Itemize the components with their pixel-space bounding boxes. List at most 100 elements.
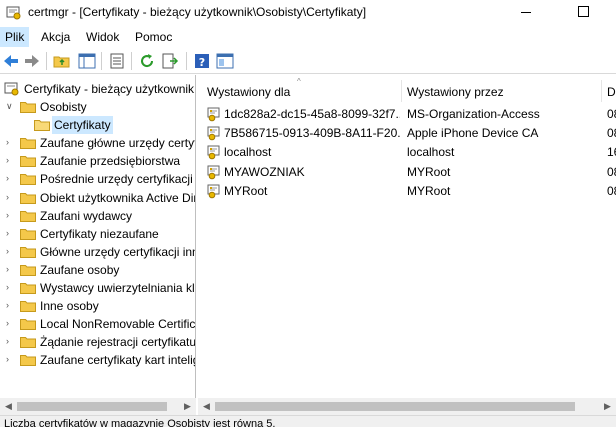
console-tree[interactable]: Certyfikaty - bieżący użytkownik ∨ Osobis… — [0, 75, 196, 415]
title-bar: certmgr - [Certyfikaty - bieżący użytkow… — [0, 0, 616, 26]
tree-item-label: Certyfikaty — [52, 116, 113, 135]
folder-icon — [20, 264, 36, 276]
export-list-icon[interactable] — [161, 52, 179, 70]
tree-item-label: Zaufane certyfikaty kart inteligentnych — [40, 353, 195, 368]
folder-icon — [20, 246, 36, 258]
folder-icon — [20, 301, 36, 313]
certificate-list[interactable]: ^ Wystawiony dla Wystawiony przez D 1dc8… — [198, 75, 616, 415]
expand-chevron-icon[interactable]: › — [6, 156, 15, 165]
status-bar: Liczba certyfikatów w magazynie Osobisty… — [0, 415, 616, 427]
folder-icon — [20, 192, 36, 204]
scroll-thumb[interactable] — [215, 402, 575, 411]
folder-icon — [20, 210, 36, 222]
scroll-left-icon[interactable]: ◀ — [198, 398, 215, 415]
expand-chevron-icon[interactable]: › — [6, 210, 15, 220]
scroll-left-icon[interactable]: ◀ — [0, 398, 17, 415]
tree-item[interactable]: › Local NonRemovable Certificates — [0, 315, 195, 333]
scroll-right-icon[interactable]: ▶ — [599, 398, 616, 415]
tree-item[interactable]: › Pośrednie urzędy certyfikacji — [0, 170, 195, 188]
column-header-expiration[interactable]: D — [607, 83, 616, 105]
toolbar-separator — [46, 52, 47, 70]
tree-item[interactable]: › Główne urzędy certyfikacji innych firm — [0, 243, 195, 261]
cell-expiration-date: 08 — [607, 164, 616, 179]
cell-issued-by: localhost — [407, 145, 455, 160]
cell-issued-to: 7B586715-0913-409B-8A11-F20... — [224, 126, 400, 141]
collapse-chevron-icon[interactable]: ∨ — [6, 102, 15, 111]
scroll-right-icon[interactable]: ▶ — [179, 398, 196, 415]
expand-chevron-icon[interactable]: › — [6, 301, 15, 310]
tree-item-label: Wystawcy uwierzytelniania klienta — [40, 281, 195, 295]
column-header-issued-to[interactable]: Wystawiony dla — [207, 83, 290, 105]
tree-item[interactable]: › Certyfikaty niezaufane — [0, 225, 195, 243]
folder-icon — [20, 174, 36, 186]
tree-root[interactable]: Certyfikaty - bieżący użytkownik — [0, 80, 195, 98]
expand-chevron-icon[interactable]: › — [6, 264, 15, 274]
cell-issued-to: 1dc828a2-dc15-45a8-8099-32f7... — [224, 107, 400, 121]
refresh-icon[interactable] — [138, 52, 156, 70]
expand-chevron-icon[interactable]: › — [6, 355, 15, 364]
help-icon[interactable]: ? — [193, 52, 211, 70]
tree-item[interactable]: › Zaufani wydawcy — [0, 207, 195, 225]
expand-chevron-icon[interactable]: › — [6, 138, 15, 147]
toolbar-separator — [186, 52, 187, 70]
column-divider[interactable] — [601, 80, 602, 102]
column-divider[interactable] — [401, 80, 402, 102]
table-row[interactable]: MYAWOZNIAK MYRoot 08 — [198, 163, 616, 182]
table-row[interactable]: MYRoot MYRoot 08 — [198, 182, 616, 201]
certmgr-app-icon — [6, 6, 21, 20]
console-tree-icon[interactable] — [216, 52, 234, 70]
maximize-button[interactable] — [578, 6, 589, 17]
menu-akcja[interactable]: Akcja — [36, 27, 75, 47]
minimize-button[interactable] — [521, 12, 531, 13]
back-arrow-icon[interactable] — [2, 52, 20, 70]
certificate-icon — [207, 126, 220, 141]
cell-issued-by: MYRoot — [407, 164, 451, 179]
tree-item-selected[interactable]: Certyfikaty — [0, 116, 195, 135]
window-title: certmgr - [Certyfikaty - bieżący użytkow… — [28, 5, 367, 19]
expand-chevron-icon[interactable]: › — [6, 337, 15, 346]
cell-issued-by: Apple iPhone Device CA — [407, 126, 539, 141]
column-header-issued-by[interactable]: Wystawiony przez — [407, 83, 504, 105]
table-row[interactable]: localhost localhost 16 — [198, 143, 616, 162]
tree-item[interactable]: › Inne osoby — [0, 297, 195, 315]
tree-item-label: Obiekt użytkownika Active Directory — [40, 190, 195, 205]
expand-chevron-icon[interactable]: › — [6, 283, 15, 292]
tree-item[interactable]: ∨ Osobisty — [0, 98, 195, 116]
toolbar: ? — [0, 47, 616, 74]
cell-expiration-date: 08 — [607, 183, 616, 198]
table-row[interactable]: 1dc828a2-dc15-45a8-8099-32f7... MS-Organi… — [198, 105, 616, 124]
menu-widok[interactable]: Widok — [81, 27, 124, 47]
expand-chevron-icon[interactable]: › — [6, 228, 15, 238]
tree-item[interactable]: › Zaufane główne urzędy certyfikacji — [0, 134, 196, 152]
tree-root-label: Certyfikaty - bieżący użytkownik — [24, 82, 195, 96]
properties-icon[interactable] — [108, 52, 126, 70]
expand-chevron-icon[interactable]: › — [6, 246, 15, 256]
tree-item[interactable]: › Zaufanie przedsiębiorstwa — [0, 152, 195, 170]
tree-item-label: Certyfikaty niezaufane — [40, 226, 159, 241]
cell-issued-by: MYRoot — [407, 183, 451, 198]
folder-icon — [20, 337, 36, 349]
show-tree-icon[interactable] — [78, 52, 96, 70]
expand-chevron-icon[interactable]: › — [6, 174, 15, 183]
menu-pomoc[interactable]: Pomoc — [130, 27, 177, 47]
scroll-thumb[interactable] — [17, 402, 167, 411]
expand-chevron-icon[interactable]: › — [6, 192, 15, 202]
folder-icon — [20, 156, 36, 168]
expand-chevron-icon[interactable]: › — [6, 319, 15, 328]
tree-item[interactable]: › Zaufane osoby — [0, 261, 195, 279]
forward-arrow-icon[interactable] — [23, 52, 41, 70]
tree-item[interactable]: › Obiekt użytkownika Active Directory — [0, 189, 195, 207]
certificate-icon — [207, 107, 220, 122]
tree-item[interactable]: › Wystawcy uwierzytelniania klienta — [0, 279, 195, 297]
up-folder-icon[interactable] — [53, 52, 71, 70]
toolbar-separator — [101, 52, 102, 70]
tree-horizontal-scrollbar[interactable]: ◀ ▶ — [0, 398, 196, 415]
menu-plik[interactable]: Plik — [0, 27, 30, 47]
tree-item-label: Zaufane główne urzędy certyfikacji — [40, 136, 196, 151]
tree-item[interactable]: › Zaufane certyfikaty kart inteligentnych — [0, 351, 195, 369]
folder-icon — [20, 102, 36, 113]
table-row[interactable]: 7B586715-0913-409B-8A11-F20... Apple iPho… — [198, 124, 616, 143]
list-horizontal-scrollbar[interactable]: ◀ ▶ — [198, 398, 616, 415]
tree-item[interactable]: › Żądanie rejestracji certyfikatu — [0, 333, 195, 351]
certificate-store-icon — [4, 82, 19, 96]
